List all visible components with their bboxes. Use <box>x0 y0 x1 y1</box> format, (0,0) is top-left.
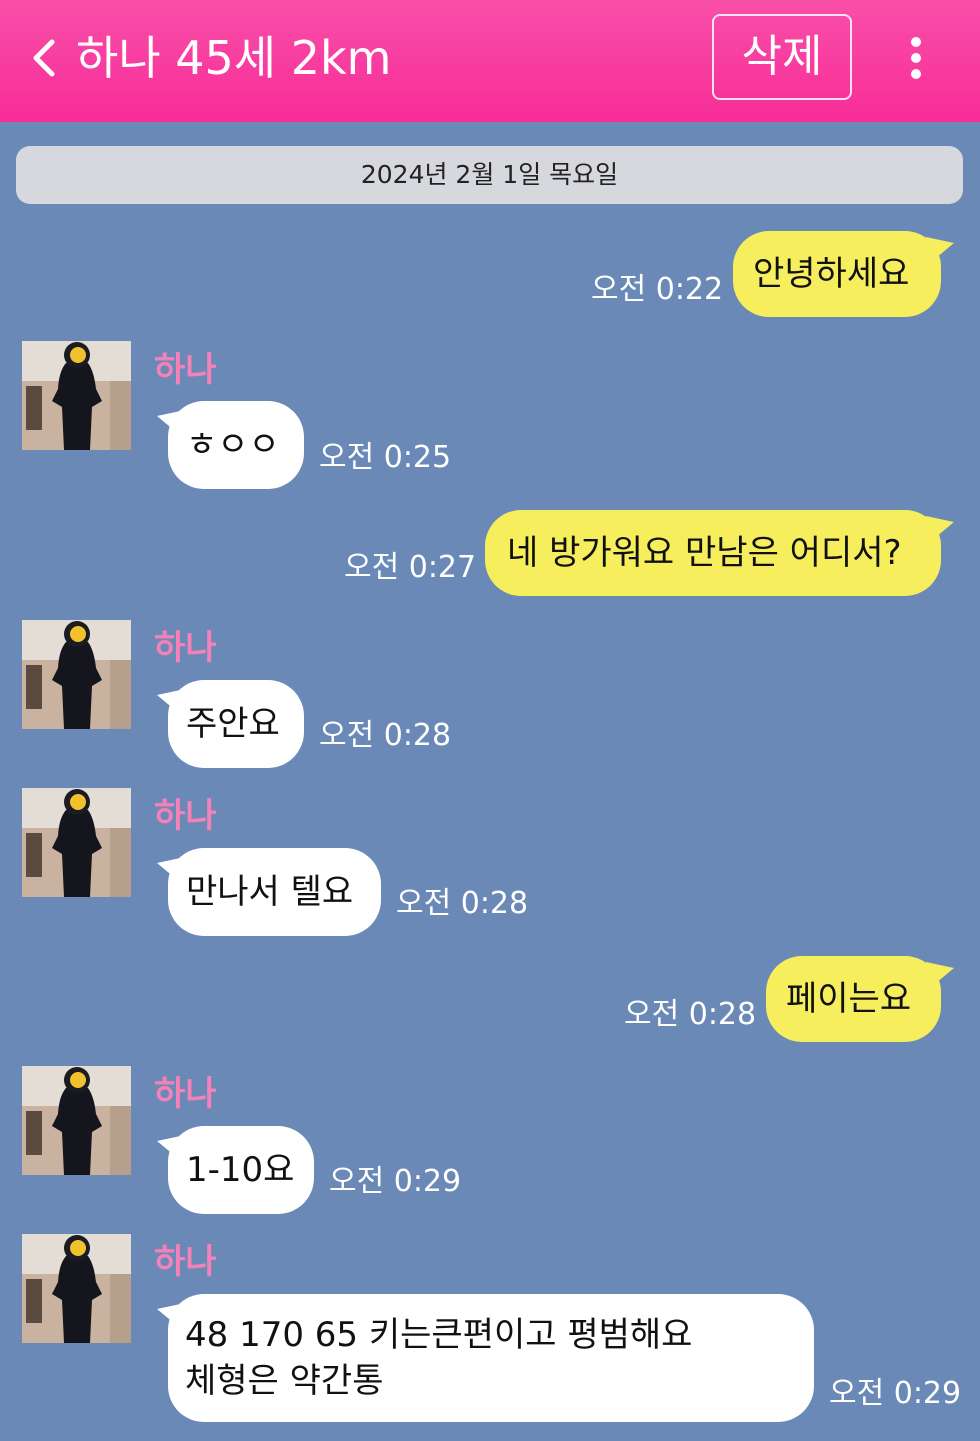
contact-avatar[interactable] <box>22 341 131 450</box>
incoming-message-bubble[interactable]: 1-10요 <box>168 1126 314 1214</box>
message-line: 48 170 65 키는큰편이고 평범해요 <box>185 1315 693 1355</box>
chat-title: 하나 45세 2km <box>76 31 392 85</box>
message-time: 오전 0:22 <box>591 272 724 307</box>
delete-button[interactable]: 삭제 <box>712 14 852 100</box>
more-options-icon[interactable] <box>900 34 932 82</box>
message-line: 체형은 약간통 <box>185 1361 384 1401</box>
message-time: 오전 0:28 <box>624 997 757 1032</box>
message-time: 오전 0:29 <box>829 1376 962 1411</box>
outgoing-message-bubble[interactable]: 페이는요 <box>766 956 941 1042</box>
sender-name: 하나 <box>154 628 217 668</box>
outgoing-message-bubble[interactable]: 안녕하세요 <box>733 231 941 317</box>
sender-name: 하나 <box>154 796 217 836</box>
incoming-message-bubble[interactable]: 만나서 텔요 <box>168 848 381 936</box>
sender-name: 하나 <box>154 1074 217 1114</box>
date-separator: 2024년 2월 1일 목요일 <box>16 146 963 204</box>
incoming-message-bubble[interactable]: 주안요 <box>168 680 304 768</box>
sender-name: 하나 <box>154 350 217 390</box>
incoming-message-bubble[interactable]: 48 170 65 키는큰편이고 평범해요 체형은 약간통 <box>168 1294 814 1422</box>
contact-avatar[interactable] <box>22 1234 131 1343</box>
outgoing-message-bubble[interactable]: 네 방가워요 만남은 어디서? <box>485 510 941 596</box>
chat-header: 하나 45세 2km 삭제 <box>0 0 980 122</box>
contact-avatar[interactable] <box>22 788 131 897</box>
bubble-tail <box>926 962 954 988</box>
incoming-message-bubble[interactable]: ㅎㅇㅇ <box>168 401 304 489</box>
message-time: 오전 0:29 <box>329 1164 462 1199</box>
contact-avatar[interactable] <box>22 1066 131 1175</box>
message-time: 오전 0:27 <box>344 550 477 585</box>
message-time: 오전 0:25 <box>319 440 452 475</box>
message-time: 오전 0:28 <box>396 886 529 921</box>
back-arrow-icon[interactable] <box>26 36 66 80</box>
sender-name: 하나 <box>154 1242 217 1282</box>
bubble-tail <box>926 516 954 542</box>
contact-avatar[interactable] <box>22 620 131 729</box>
message-time: 오전 0:28 <box>319 718 452 753</box>
bubble-tail <box>926 237 954 263</box>
